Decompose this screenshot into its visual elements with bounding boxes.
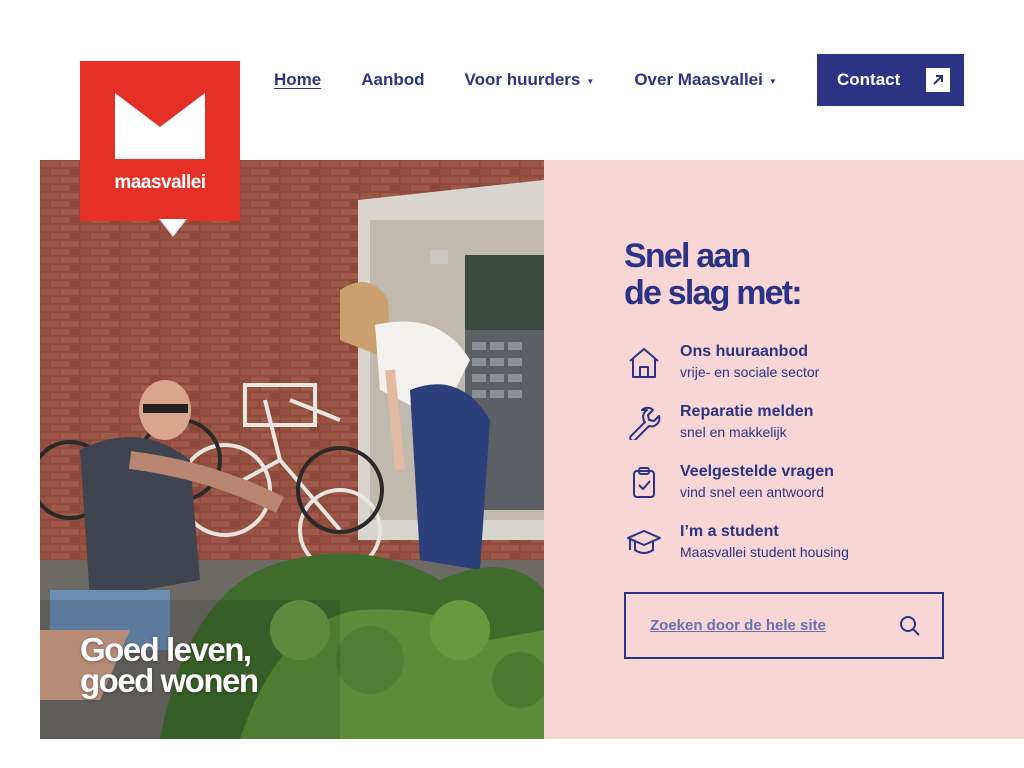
logo-wordmark: maasvallei [114,172,206,193]
nav-item-over-maasvallei[interactable]: Over Maasvallei ▼ [634,70,776,90]
logo-m-mark [115,93,205,159]
hero-title-line2: goed wonen [80,662,259,699]
search-icon [900,616,920,636]
arrow-up-right-icon [926,68,950,92]
quicklink-title: I’m a student [680,523,779,540]
house-icon [624,343,664,383]
search-input[interactable] [650,617,880,634]
quicklinks-list: Ons huuraanbod vrije- en sociale sector … [624,342,944,582]
quicklinks-panel: Snel aan de slag met: Ons huuraanbod vri… [544,160,1024,739]
nav-item-voor-huurders[interactable]: Voor huurders ▼ [465,70,595,90]
quicklink-reparatie[interactable]: Reparatie melden snel en makkelijk [624,402,944,462]
clipboard-check-icon [624,463,664,503]
quicklink-subtitle: Maasvallei student housing [680,544,849,560]
hero-image: Goed leven, goed wonen [40,160,544,739]
search-button[interactable] [898,614,922,638]
contact-button-label: Contact [837,70,901,89]
quicklink-title: Ons huuraanbod [680,343,808,360]
graduation-cap-icon [624,523,664,563]
quicklink-student[interactable]: I’m a student Maasvallei student housing [624,522,944,582]
nav-item-label: Voor huurders [464,70,581,89]
quicklinks-title: Snel aan de slag met: [624,237,803,312]
quicklinks-title-line2: de slag met: [624,274,803,312]
nav-item-label: Aanbod [361,70,425,89]
contact-button[interactable]: Contact [817,54,964,106]
logo[interactable]: maasvallei [80,61,240,221]
hero-title-line1: Goed leven, [80,631,252,668]
caret-down-icon: ▼ [768,76,777,86]
quicklink-title: Veelgestelde vragen [680,463,834,480]
nav-item-label: Over Maasvallei [634,70,763,89]
quicklink-subtitle: snel en makkelijk [680,424,787,440]
main-navigation: Home Aanbod Voor huurders ▼ Over Maasval… [274,68,817,92]
site-search [624,592,944,659]
hero-title: Goed leven, goed wonen [80,631,259,699]
quicklink-huuraanbod[interactable]: Ons huuraanbod vrije- en sociale sector [624,342,944,402]
quicklink-faq[interactable]: Veelgestelde vragen vind snel een antwoo… [624,462,944,522]
caret-down-icon: ▼ [586,76,595,86]
nav-item-home[interactable]: Home [274,70,321,90]
quicklinks-title-line1: Snel aan [624,237,751,275]
quicklink-subtitle: vind snel een antwoord [680,484,824,500]
logo-tip [159,219,187,237]
quicklink-subtitle: vrije- en sociale sector [680,364,820,380]
quicklink-title: Reparatie melden [680,403,814,420]
nav-item-aanbod[interactable]: Aanbod [361,70,424,90]
wrench-icon [624,403,664,443]
nav-item-label: Home [274,70,322,89]
